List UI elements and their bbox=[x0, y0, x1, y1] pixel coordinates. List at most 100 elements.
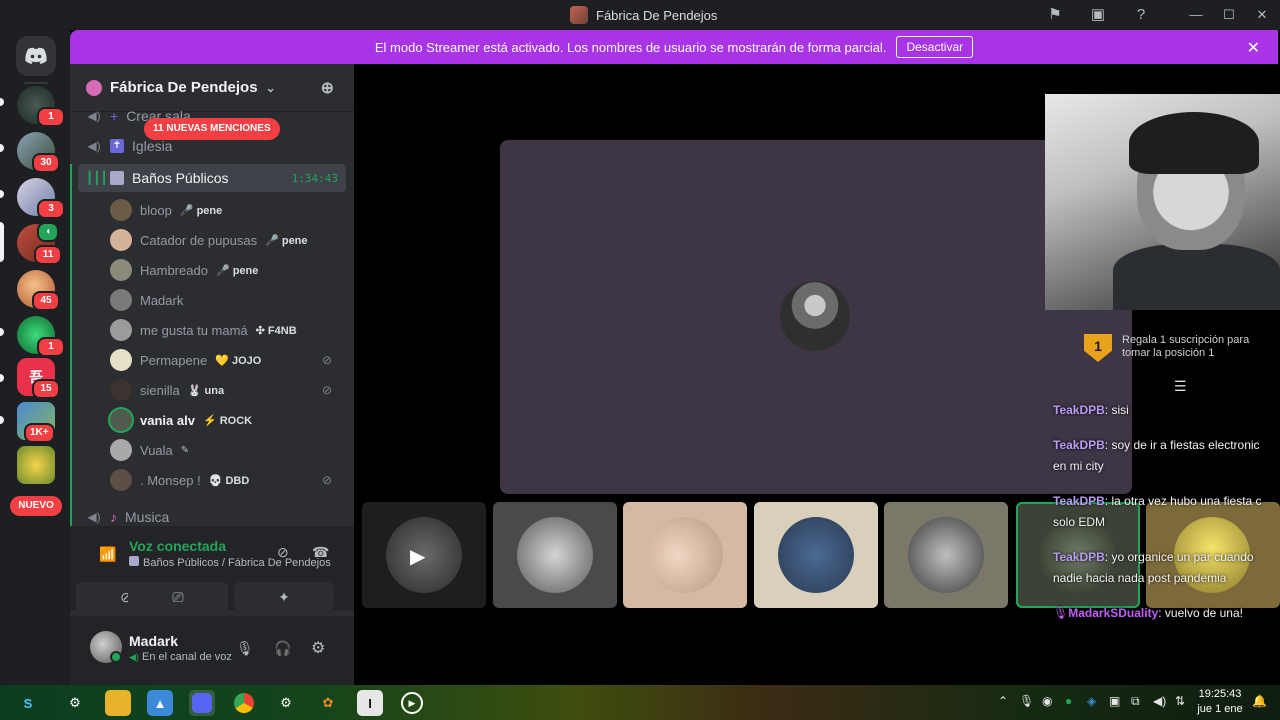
discord-home-button[interactable] bbox=[16, 36, 56, 76]
voice-user[interactable]: Permapene 💛 JOJO ⊘ bbox=[110, 346, 346, 374]
close-window-button[interactable]: ✕ bbox=[1252, 4, 1272, 26]
headphones-icon[interactable]: 🎧 bbox=[274, 640, 291, 657]
voice-user[interactable]: Catador de pupusas 🎤 pene bbox=[110, 226, 346, 254]
discord-taskbar-icon[interactable] bbox=[189, 690, 215, 716]
flag-icon[interactable]: ⚑ bbox=[1046, 6, 1064, 24]
show-hidden-icons[interactable]: ⌃ bbox=[998, 694, 1008, 708]
add-member-icon[interactable]: ⊕ bbox=[321, 78, 334, 98]
username: vania alv bbox=[140, 412, 195, 428]
inbox-icon[interactable]: ▣ bbox=[1089, 6, 1107, 24]
username: Madark bbox=[140, 292, 184, 308]
server-rail: 1 30 3 ◖ 11 45 1 吾 15 1K+ NUEVO bbox=[0, 30, 70, 685]
system-clock[interactable]: 19:25:43 jue 1 ene bbox=[1196, 687, 1244, 717]
channel-label: Musica bbox=[125, 509, 170, 525]
network-icon[interactable]: ⇅ bbox=[1175, 694, 1185, 708]
channel-banos-publicos[interactable]: ┃┃┃ Baños Públicos 1:34:43 bbox=[78, 164, 346, 192]
channel-iglesia[interactable]: ◀) ✝ Iglesia bbox=[78, 132, 346, 160]
fl-studio-icon[interactable]: ✿ bbox=[315, 690, 341, 716]
tray-app-icon[interactable]: ◉ bbox=[1042, 694, 1052, 708]
toilet-icon bbox=[129, 556, 139, 566]
voice-user[interactable]: . Monsep ! 💀 DBD ⊘ bbox=[110, 466, 346, 494]
participant-tile[interactable] bbox=[493, 502, 617, 608]
start-icon[interactable]: S bbox=[15, 690, 41, 716]
chat-filter-icon: ☰ bbox=[1174, 378, 1187, 394]
my-username[interactable]: Madark bbox=[129, 633, 178, 649]
guild-name: Fábrica De Pendejos bbox=[110, 79, 258, 96]
voice-user-speaking[interactable]: vania alv ⚡ ROCK bbox=[110, 406, 346, 434]
voice-channel-path[interactable]: Baños Públicos / Fábrica De Pendejos bbox=[129, 556, 331, 569]
disconnect-icon[interactable]: ☎ bbox=[312, 544, 329, 561]
speaker-icon: ◀) bbox=[87, 510, 101, 524]
user-tag: 💀 DBD bbox=[208, 473, 250, 487]
discord-app-icon bbox=[192, 693, 212, 713]
chat-message: 🎙MadarkSDuality: vuelvo de una! bbox=[1053, 603, 1280, 624]
screen-share-button[interactable]: ⎚ bbox=[128, 582, 228, 612]
voice-user[interactable]: bloop 🎤 pene bbox=[110, 196, 346, 224]
server-9-icon[interactable] bbox=[17, 446, 55, 484]
photos-app-icon[interactable]: ▲ bbox=[147, 690, 173, 716]
minimize-button[interactable]: — bbox=[1186, 4, 1206, 26]
chat-message: TeakDPB: la otra vez hubo una fiesta c s… bbox=[1053, 491, 1280, 533]
toilet-icon bbox=[110, 171, 124, 185]
chat-user: TeakDPB bbox=[1053, 403, 1105, 417]
server-7-badge: 15 bbox=[32, 379, 60, 399]
user-tag: 🎤 pene bbox=[265, 233, 308, 247]
avatar bbox=[110, 259, 132, 281]
server-5-badge: 45 bbox=[32, 291, 60, 311]
avatar bbox=[908, 517, 984, 593]
notification-bell-icon[interactable]: 🔔 bbox=[1252, 694, 1267, 708]
signal-icon[interactable]: 📶 bbox=[99, 546, 116, 563]
noise-suppression-icon[interactable]: ⊘ bbox=[277, 544, 289, 561]
avatar bbox=[110, 439, 132, 461]
unread-pill bbox=[0, 98, 4, 106]
activities-icon: ✦ bbox=[278, 588, 290, 605]
activities-button[interactable]: ✦ bbox=[234, 582, 334, 612]
username: Vuala bbox=[140, 442, 173, 458]
voice-user[interactable]: sienilla 🐰 una ⊘ bbox=[110, 376, 346, 404]
app-icon[interactable]: I bbox=[357, 690, 383, 716]
tray-app-icon[interactable]: ◈ bbox=[1087, 694, 1096, 708]
speaker-icon: ◀) bbox=[87, 139, 101, 153]
guitar-icon: ♪ bbox=[110, 509, 117, 525]
tray-app-icon[interactable]: ⧉ bbox=[1131, 694, 1140, 709]
chrome-icon[interactable] bbox=[231, 690, 257, 716]
sub-goal-text: Regala 1 suscripción para tomar la posic… bbox=[1122, 334, 1250, 359]
webcam-overlay bbox=[1045, 94, 1280, 310]
microphone-icon[interactable]: 🎙 bbox=[236, 640, 254, 657]
participant-tile[interactable]: ▶ bbox=[362, 502, 486, 608]
file-explorer-icon[interactable] bbox=[105, 690, 131, 716]
avatar bbox=[110, 349, 132, 371]
participant-tile[interactable] bbox=[754, 502, 878, 608]
participant-tile[interactable] bbox=[623, 502, 747, 608]
discord-logo-icon bbox=[25, 47, 47, 64]
chevron-down-icon: ⌄ bbox=[265, 80, 276, 95]
participant-tile[interactable] bbox=[884, 502, 1008, 608]
user-tag: 🎤 pene bbox=[215, 263, 259, 277]
avatar bbox=[110, 199, 132, 221]
chat-text: : vuelvo de una! bbox=[1158, 606, 1243, 620]
settings-app-icon[interactable]: ⚙ bbox=[62, 690, 88, 716]
online-status-dot bbox=[110, 651, 122, 663]
gear-icon[interactable]: ⚙ bbox=[311, 638, 325, 658]
voice-user[interactable]: me gusta tu mamá ✣ F4NB bbox=[110, 316, 346, 344]
disable-streamer-button[interactable]: Desactivar bbox=[896, 36, 974, 58]
tray-status-icon[interactable]: ● bbox=[1065, 694, 1072, 708]
close-icon[interactable]: ✕ bbox=[1247, 38, 1260, 58]
maximize-button[interactable]: ☐ bbox=[1219, 4, 1239, 26]
rail-separator bbox=[24, 82, 48, 84]
volume-icon[interactable]: ◀) bbox=[1153, 694, 1166, 708]
voice-user[interactable]: Hambreado 🎤 pene bbox=[110, 256, 346, 284]
new-servers-badge[interactable]: NUEVO bbox=[10, 496, 62, 516]
chat-text-cont: en mi city bbox=[1053, 459, 1104, 473]
tray-app-icon[interactable]: ▣ bbox=[1109, 694, 1120, 708]
taskbar: S ⚙ ▲ ⚙ ✿ I ▶ ⌃ 🎙 ◉ ● ◈ ▣ ⧉ ◀) ⇅ 19:25:4… bbox=[0, 685, 1280, 720]
voice-user[interactable]: Madark bbox=[110, 286, 346, 314]
avatar bbox=[110, 379, 132, 401]
media-player-icon[interactable]: ▶ bbox=[399, 690, 425, 716]
help-icon[interactable]: ? bbox=[1132, 6, 1150, 24]
username: Permapene bbox=[140, 352, 208, 368]
user-tag: ⚡ ROCK bbox=[202, 413, 253, 427]
voice-user[interactable]: Vuala ✎ bbox=[110, 436, 346, 464]
microphone-tray-icon[interactable]: 🎙 bbox=[1019, 694, 1034, 708]
steam-icon[interactable]: ⚙ bbox=[273, 690, 299, 716]
